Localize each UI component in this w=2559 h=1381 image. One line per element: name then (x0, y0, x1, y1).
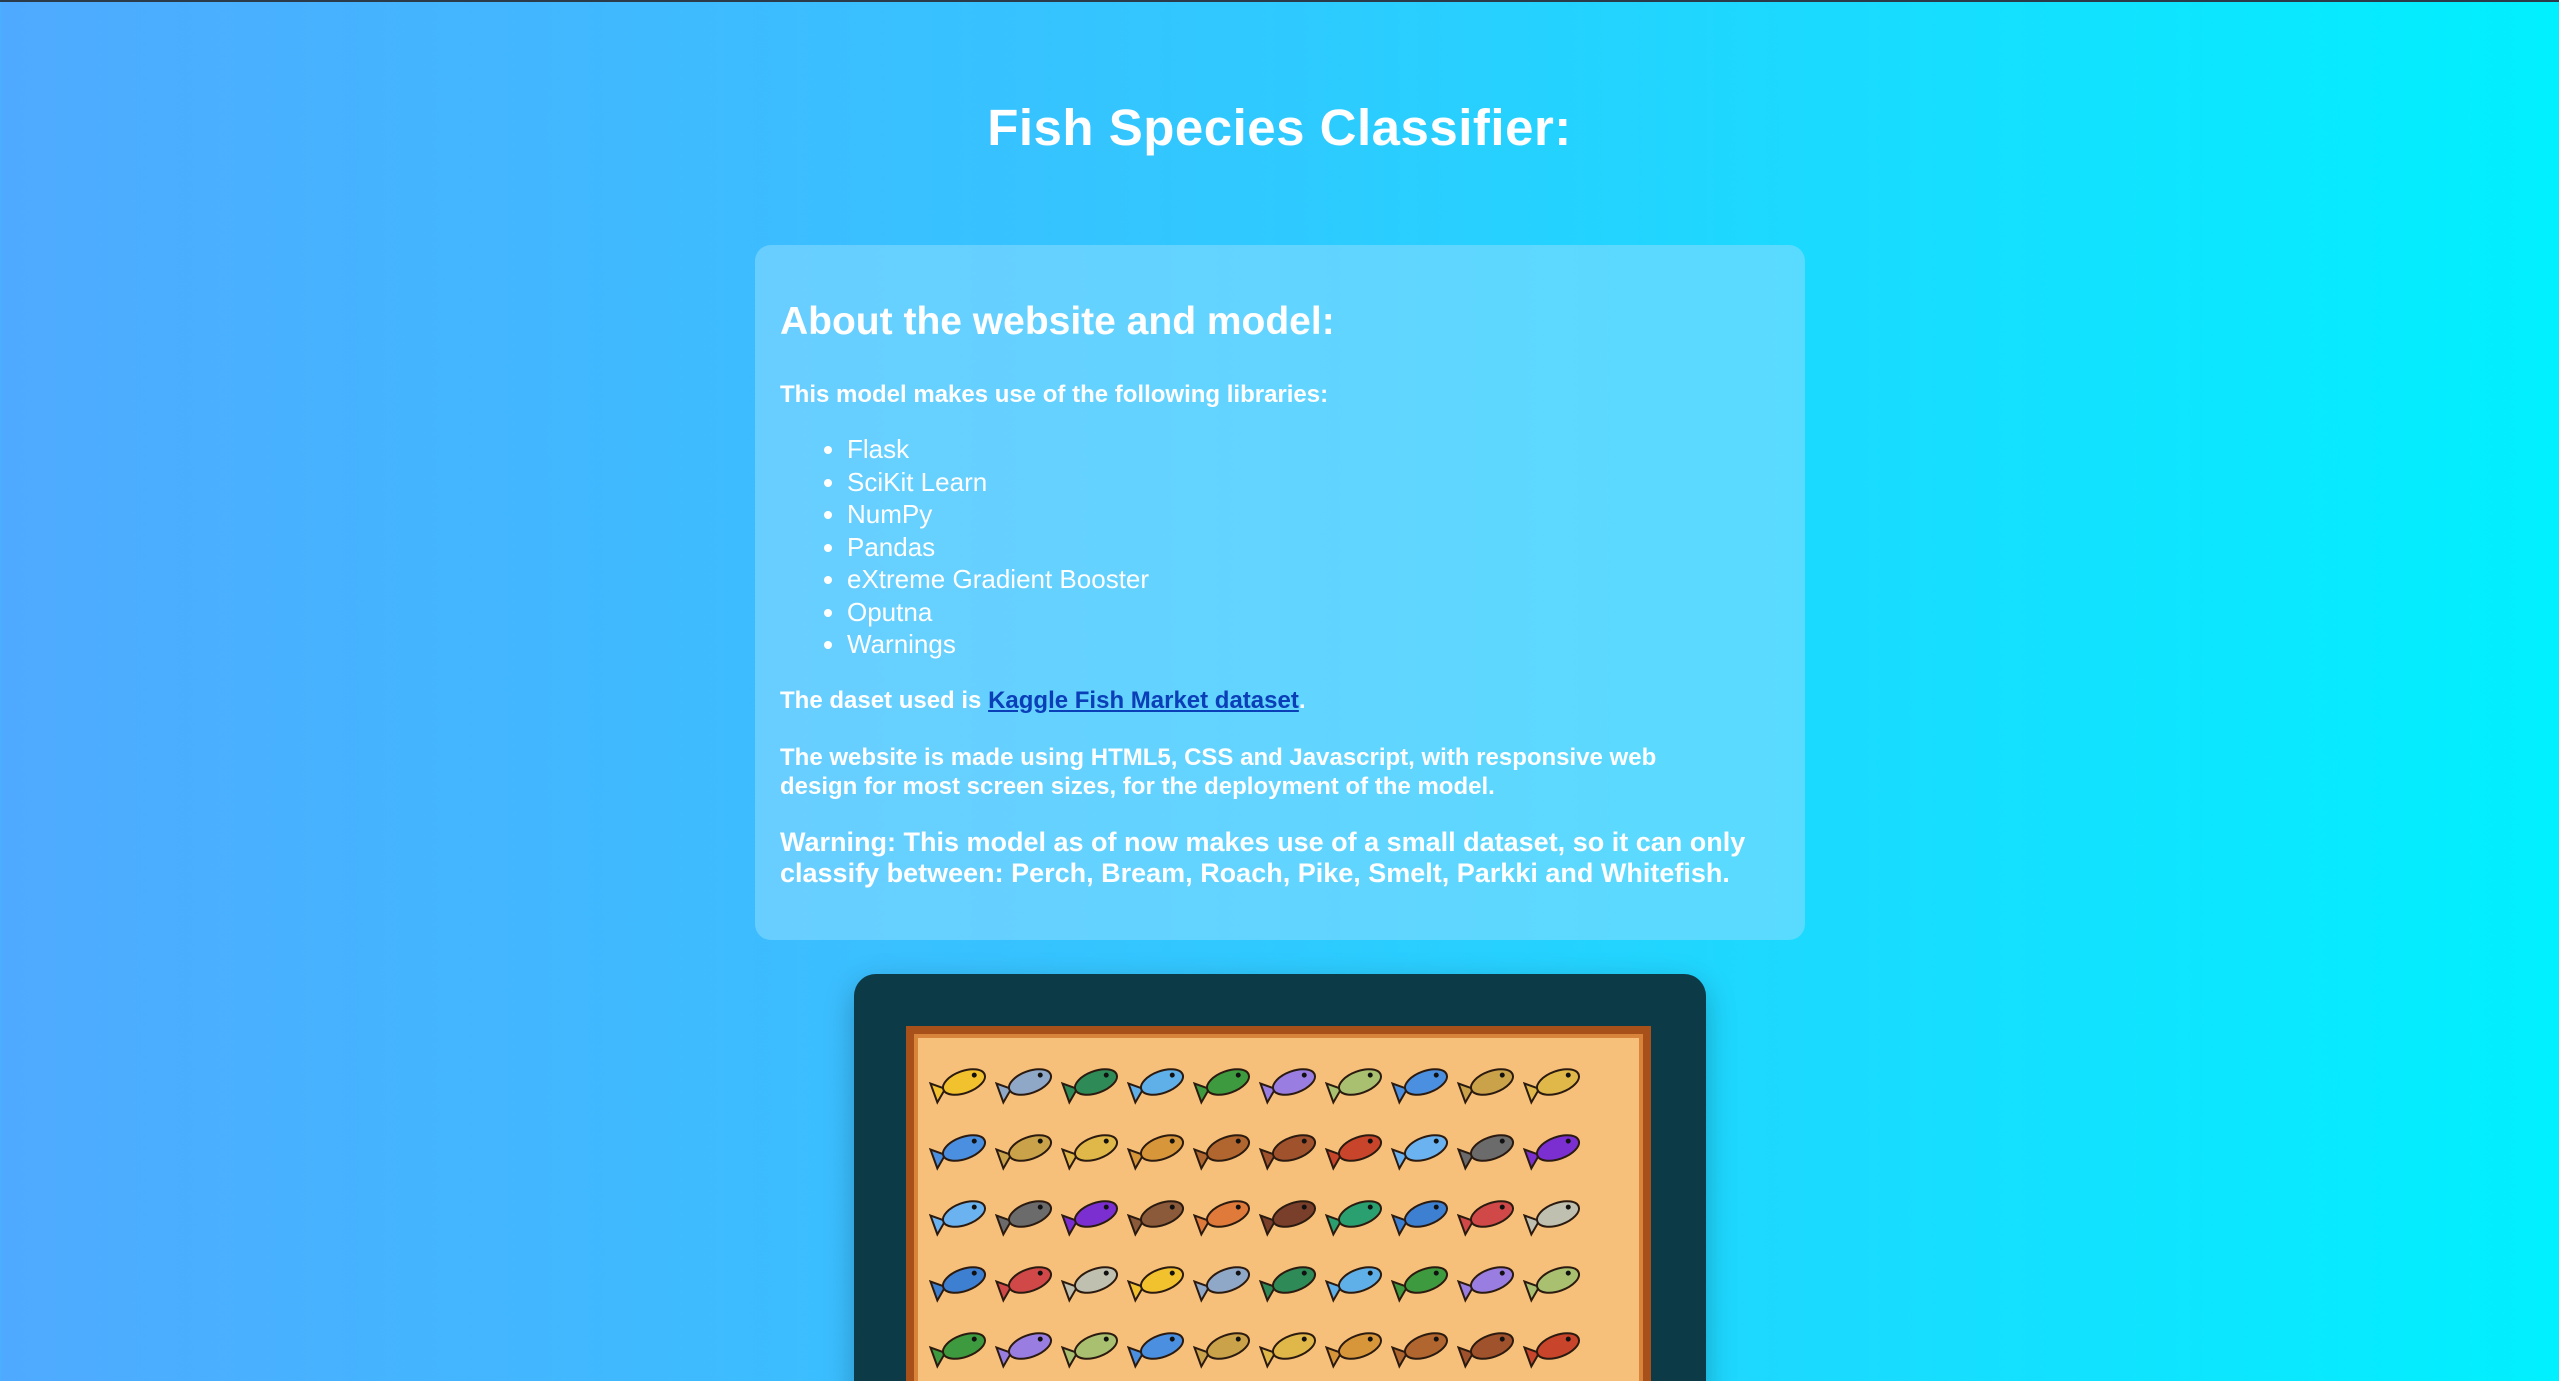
fish-icon (1060, 1266, 1119, 1303)
fish-icon (1060, 1200, 1119, 1237)
fish-icon (1456, 1266, 1515, 1303)
fish-icon (1456, 1332, 1515, 1369)
fish-collection-image (906, 1026, 1651, 1381)
dataset-suffix: . (1298, 686, 1306, 714)
fish-icon (1324, 1332, 1383, 1369)
dataset-prefix: The daset used is (780, 686, 989, 714)
list-item: SciKit Learn (847, 466, 1780, 499)
fish-icon (1126, 1332, 1185, 1369)
fish-icon (1258, 1068, 1317, 1105)
fish-icon (994, 1266, 1053, 1303)
fish-icon (1258, 1134, 1317, 1171)
dataset-line: The daset used is Kaggle Fish Market dat… (780, 687, 1780, 715)
fish-icon (1456, 1068, 1515, 1105)
about-card: About the website and model: This model … (755, 245, 1805, 940)
fish-sprites (928, 1068, 1581, 1369)
fish-icon (1126, 1068, 1185, 1105)
fish-icon (1522, 1200, 1581, 1237)
fish-icon (1192, 1332, 1251, 1369)
fish-icon (994, 1332, 1053, 1369)
fish-icon (928, 1200, 987, 1237)
list-item: NumPy (847, 498, 1780, 531)
fish-icon (928, 1068, 987, 1105)
fish-icon (1456, 1200, 1515, 1237)
fish-icon (994, 1068, 1053, 1105)
fish-icon (1522, 1332, 1581, 1369)
website-description: The website is made using HTML5, CSS and… (780, 743, 1657, 800)
libraries-list: Flask SciKit Learn NumPy Pandas eXtreme … (780, 433, 1780, 661)
fish-icon (1192, 1266, 1251, 1303)
list-item: Oputna (847, 596, 1780, 629)
fish-icon (1060, 1332, 1119, 1369)
list-item: Flask (847, 433, 1780, 466)
kaggle-dataset-link[interactable]: Kaggle Fish Market dataset (988, 687, 1299, 714)
fish-icon (1258, 1266, 1317, 1303)
fish-icon (1390, 1266, 1449, 1303)
fish-icon (1126, 1266, 1185, 1303)
fish-icon (928, 1134, 987, 1171)
fish-icon (1390, 1068, 1449, 1105)
fish-icon (994, 1134, 1053, 1171)
fish-icon (1324, 1068, 1383, 1105)
list-item: Pandas (847, 531, 1780, 564)
fish-icon (1060, 1068, 1119, 1105)
fish-icon (1390, 1134, 1449, 1171)
fish-icon (1192, 1200, 1251, 1237)
list-item: Warnings (847, 628, 1780, 661)
fish-icon (928, 1332, 987, 1369)
fish-icon (1390, 1332, 1449, 1369)
libraries-intro: This model makes use of the following li… (780, 381, 1329, 408)
fish-icon (1126, 1200, 1185, 1237)
fish-icon (1390, 1200, 1449, 1237)
warning-text: Warning: This model as of now makes use … (780, 826, 1746, 888)
fish-icon (1126, 1134, 1185, 1171)
fish-icon (1522, 1266, 1581, 1303)
fish-icon (1060, 1134, 1119, 1171)
fish-icon (1324, 1200, 1383, 1237)
fish-icon (1324, 1134, 1383, 1171)
fish-icon (1192, 1134, 1251, 1171)
fish-icon (1324, 1266, 1383, 1303)
fish-icon (928, 1266, 987, 1303)
fish-icon (1456, 1134, 1515, 1171)
fish-icon (1522, 1068, 1581, 1105)
fish-icon (994, 1200, 1053, 1237)
fish-icon (1522, 1134, 1581, 1171)
page-title: Fish Species Classifier: (987, 99, 1572, 156)
fish-icon (1192, 1068, 1251, 1105)
fish-icon (1258, 1332, 1317, 1369)
fish-image-frame (854, 974, 1706, 1381)
list-item: eXtreme Gradient Booster (847, 563, 1780, 596)
fish-icon (1258, 1200, 1317, 1237)
about-heading: About the website and model: (780, 300, 1335, 343)
